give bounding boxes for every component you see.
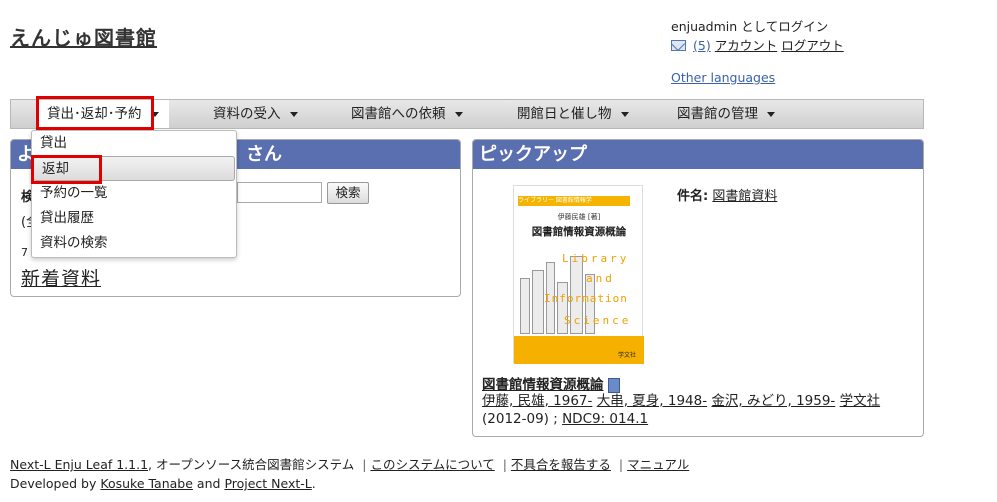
new-items-link[interactable]: 新着資料 (21, 264, 101, 291)
nav-admin[interactable]: 図書館の管理 (677, 100, 775, 128)
chevron-down-icon (620, 111, 629, 117)
site-title[interactable]: えんじゅ図書館 (10, 22, 157, 51)
search-button[interactable]: 検索 (327, 182, 369, 204)
logout-link[interactable]: ログアウト (781, 36, 844, 55)
footer-about-link[interactable]: このシステムについて (370, 457, 494, 472)
nav-requests-label: 図書館への依頼 (351, 106, 446, 122)
cover-author: 伊藤民雄 [著] (557, 213, 601, 221)
pickup-panel-header: ピックアップ (473, 140, 923, 169)
account-link[interactable]: アカウント (715, 36, 778, 55)
book-icon (607, 377, 620, 393)
other-languages-link[interactable]: Other languages (671, 70, 775, 85)
menu-item-checkout-history[interactable]: 貸出履歴 (32, 206, 236, 231)
subject-label: 件名: (677, 189, 709, 204)
footer-manual-link[interactable]: マニュアル (627, 457, 689, 472)
nav-requests[interactable]: 図書館への依頼 (351, 100, 463, 128)
chevron-down-icon (289, 111, 298, 117)
welcome-header-end: さん (246, 144, 282, 165)
subject-line: 件名: 図書館資料 (677, 185, 777, 204)
cover-publisher: 学文社 (617, 352, 636, 359)
book-cover-image[interactable]: ライブラリー 図書館情報学 伊藤民雄 [著] 図書館情報資源概論 Library… (513, 185, 644, 364)
footer-author-link[interactable]: Kosuke Tanabe (100, 476, 193, 491)
nav-admin-label: 図書館の管理 (677, 106, 758, 122)
menu-item-reservations[interactable]: 予約の一覧 (32, 181, 236, 206)
footer-and: and (196, 476, 221, 491)
footer-developed-by: Developed by (10, 476, 97, 491)
nav-calendar[interactable]: 開館日と催し物 (517, 100, 629, 128)
author-link[interactable]: 大串, 夏身, 1948- (597, 393, 707, 409)
book-meta: 伊藤, 民雄, 1967- 大串, 夏身, 1948- 金沢, みどり, 195… (482, 392, 922, 428)
footer: Next-L Enju Leaf 1.1.1, オープンソース統合図書館システム… (10, 455, 689, 493)
nav-calendar-label: 開館日と催し物 (517, 106, 612, 122)
mail-icon[interactable] (671, 40, 686, 51)
footer-product-desc: , オープンソース統合図書館システム (148, 457, 355, 472)
user-box: enjuadmin としてログイン (5) アカウント ログアウト (671, 17, 844, 55)
cover-title: 図書館情報資源概論 (531, 226, 627, 238)
menu-item-search[interactable]: 資料の検索 (32, 231, 236, 256)
cover-series-text: ライブラリー 図書館情報学 (518, 197, 592, 204)
author-link[interactable]: 金沢, みどり, 1959- (711, 393, 835, 409)
publisher-link[interactable]: 学文社 (840, 393, 881, 409)
publication-date: (2012-09) ; (482, 411, 558, 427)
chevron-down-icon (767, 111, 775, 117)
login-status: enjuadmin としてログイン (671, 19, 829, 34)
cover-illustration (520, 278, 530, 334)
footer-product-link[interactable]: Next-L Enju Leaf 1.1.1 (10, 457, 148, 472)
book-title-link[interactable]: 図書館情報資源概論 (482, 377, 604, 393)
author-link[interactable]: 伊藤, 民雄, 1967- (482, 393, 592, 409)
cover-word: and (586, 272, 615, 285)
cover-word: Library (562, 252, 630, 265)
footer-report-link[interactable]: 不具合を報告する (511, 457, 611, 472)
count-fragment: 7 (21, 246, 28, 259)
menu-item-checkout[interactable]: 貸出 (32, 131, 236, 156)
cover-illustration (532, 270, 544, 334)
cover-word: Information (544, 292, 628, 305)
pickup-panel: ピックアップ ライブラリー 図書館情報学 伊藤民雄 [著] 図書館情報資源概論 … (472, 139, 924, 437)
footer-org-link[interactable]: Project Next-L (224, 476, 311, 491)
cover-word: Science (564, 314, 632, 327)
highlight-checkin-item (31, 155, 102, 184)
book-title-line: 図書館情報資源概論 (482, 373, 620, 393)
highlight-circulation-menu (36, 96, 154, 130)
circulation-dropdown-menu: 貸出 返却 予約の一覧 貸出履歴 資料の検索 (31, 130, 237, 258)
footer-period: . (311, 476, 316, 491)
nav-acquisition[interactable]: 資料の受入 (213, 100, 298, 128)
ndc-link[interactable]: NDC9: 014.1 (562, 411, 648, 427)
nav-acquisition-label: 資料の受入 (213, 106, 281, 122)
subject-link[interactable]: 図書館資料 (712, 189, 777, 204)
footer-separator: | (362, 457, 367, 472)
footer-separator: | (618, 457, 624, 472)
message-count-link[interactable]: (5) (693, 36, 711, 55)
search-input[interactable] (237, 182, 322, 203)
chevron-down-icon (454, 111, 463, 117)
footer-separator: | (502, 457, 507, 472)
